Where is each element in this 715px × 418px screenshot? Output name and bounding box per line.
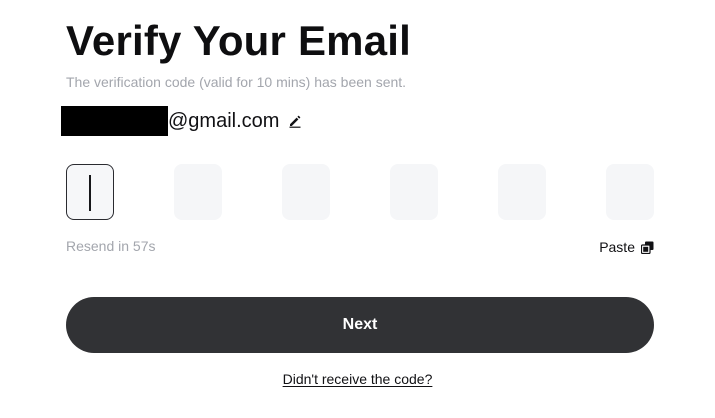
otp-digit-input[interactable] [606, 164, 654, 220]
otp-digit-input[interactable] [66, 164, 114, 220]
verify-email-page: Verify Your Email The verification code … [0, 0, 715, 418]
page-subtitle: The verification code (valid for 10 mins… [66, 74, 407, 90]
page-title: Verify Your Email [66, 17, 411, 64]
otp-digit-input[interactable] [174, 164, 222, 220]
no-code-container: Didn't receive the code? [0, 370, 715, 388]
otp-digit-input[interactable] [390, 164, 438, 220]
next-button[interactable]: Next [66, 297, 654, 353]
paste-label: Paste [599, 239, 635, 255]
otp-input-group [66, 164, 654, 220]
pencil-icon[interactable] [287, 113, 303, 129]
otp-digit-input[interactable] [498, 164, 546, 220]
text-caret [89, 175, 91, 211]
otp-digit-input[interactable] [282, 164, 330, 220]
clipboard-icon [641, 241, 654, 254]
email-display: @gmail.com [61, 106, 303, 136]
redacted-email-username [61, 106, 168, 136]
resend-countdown: Resend in 57s [66, 238, 156, 254]
email-domain: @gmail.com [168, 110, 280, 132]
paste-button[interactable]: Paste [599, 238, 654, 256]
didnt-receive-code-link[interactable]: Didn't receive the code? [283, 371, 433, 387]
